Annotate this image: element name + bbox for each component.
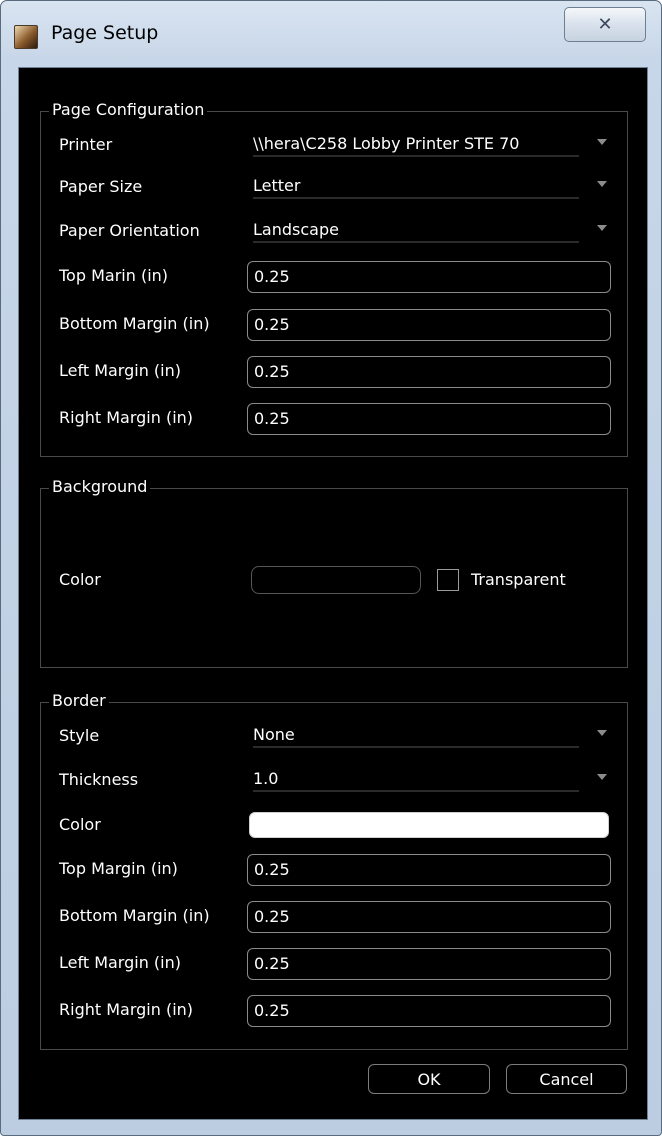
- border-right-margin-input[interactable]: 0.25: [247, 995, 611, 1027]
- chevron-down-icon: [597, 225, 607, 231]
- close-icon: ✕: [597, 14, 613, 35]
- border-right-margin-label: Right Margin (in): [59, 1000, 194, 1019]
- border-left-margin-input[interactable]: 0.25: [247, 948, 611, 980]
- bottom-margin-input[interactable]: 0.25: [247, 309, 611, 341]
- transparent-checkbox[interactable]: [437, 569, 459, 591]
- background-title: Background: [49, 477, 151, 497]
- paper-size-value: Letter: [253, 175, 579, 199]
- border-top-margin-input[interactable]: 0.25: [247, 854, 611, 886]
- border-style-value: None: [253, 724, 579, 748]
- chevron-down-icon: [597, 139, 607, 145]
- cancel-button[interactable]: Cancel: [506, 1064, 627, 1094]
- printer-select[interactable]: \\hera\C258 Lobby Printer STE 70: [249, 131, 609, 159]
- close-button[interactable]: ✕: [564, 7, 646, 42]
- border-color-label: Color: [59, 815, 101, 834]
- paper-size-select[interactable]: Letter: [249, 173, 609, 201]
- printer-label: Printer: [59, 135, 113, 154]
- background-color-swatch[interactable]: [251, 566, 421, 594]
- page-configuration-title: Page Configuration: [49, 100, 208, 120]
- border-style-label: Style: [59, 726, 100, 745]
- left-margin-input[interactable]: 0.25: [247, 356, 611, 388]
- top-margin-input[interactable]: 0.25: [247, 261, 611, 293]
- ok-button[interactable]: OK: [368, 1064, 490, 1094]
- left-margin-label: Left Margin (in): [59, 361, 181, 380]
- border-thickness-label: Thickness: [59, 770, 139, 789]
- printer-value: \\hera\C258 Lobby Printer STE 70: [253, 133, 579, 157]
- border-bottom-margin-label: Bottom Margin (in): [59, 906, 210, 925]
- app-icon: [14, 25, 38, 49]
- background-color-label: Color: [59, 570, 101, 589]
- border-group: Border Style None Thickness 1.0 Color To…: [40, 691, 628, 1050]
- paper-orientation-label: Paper Orientation: [59, 221, 200, 240]
- border-color-swatch[interactable]: [249, 812, 609, 838]
- border-title: Border: [49, 691, 109, 711]
- border-top-margin-label: Top Margin (in): [59, 859, 178, 878]
- window-title: Page Setup: [51, 22, 159, 44]
- paper-orientation-value: Landscape: [253, 219, 579, 243]
- page-configuration-group: Page Configuration Printer \\hera\C258 L…: [40, 100, 628, 457]
- border-thickness-select[interactable]: 1.0: [249, 766, 609, 794]
- border-bottom-margin-input[interactable]: 0.25: [247, 901, 611, 933]
- bottom-margin-label: Bottom Margin (in): [59, 314, 210, 333]
- title-bar[interactable]: Page Setup ✕: [1, 1, 661, 67]
- paper-orientation-select[interactable]: Landscape: [249, 217, 609, 245]
- background-group: Background Color Transparent: [40, 477, 628, 668]
- top-margin-label: Top Marin (in): [59, 266, 169, 285]
- transparent-label[interactable]: Transparent: [471, 569, 566, 591]
- right-margin-label: Right Margin (in): [59, 408, 194, 427]
- chevron-down-icon: [597, 181, 607, 187]
- border-left-margin-label: Left Margin (in): [59, 953, 181, 972]
- border-thickness-value: 1.0: [253, 768, 579, 792]
- chevron-down-icon: [597, 730, 607, 736]
- border-style-select[interactable]: None: [249, 722, 609, 750]
- paper-size-label: Paper Size: [59, 177, 143, 196]
- page-setup-dialog: Page Setup ✕ Page Configuration Printer …: [0, 0, 662, 1136]
- chevron-down-icon: [597, 774, 607, 780]
- dialog-content: Page Configuration Printer \\hera\C258 L…: [18, 67, 648, 1120]
- right-margin-input[interactable]: 0.25: [247, 403, 611, 435]
